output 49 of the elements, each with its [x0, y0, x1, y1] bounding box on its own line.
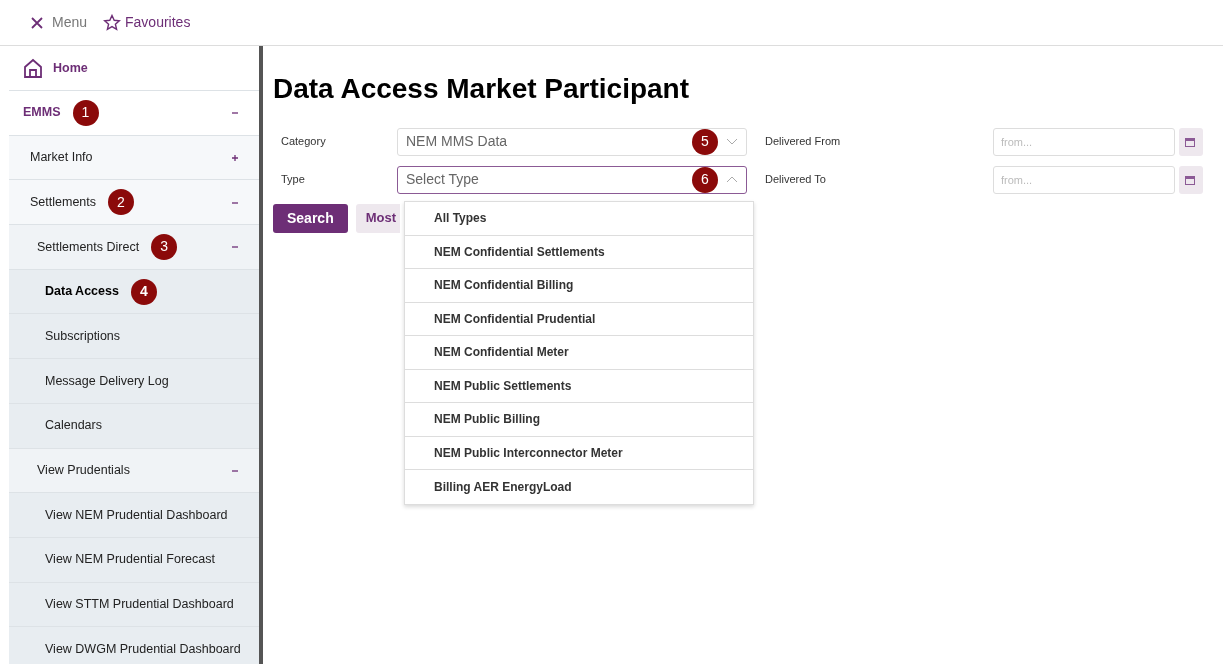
sidebar-item[interactable]: Data Access 4	[9, 269, 259, 315]
page-title: Data Access Market Participant	[273, 72, 691, 106]
dropdown-option[interactable]: NEM Confidential Settlements	[405, 235, 753, 269]
calendar-button[interactable]	[1179, 127, 1203, 156]
sidebar-item[interactable]: View STTM Prudential Dashboard	[9, 582, 259, 628]
category-select[interactable]: NEM MMS Data 5	[397, 127, 747, 156]
sidebar-item[interactable]: View NEM Prudential Dashboard	[9, 493, 259, 538]
menu-button[interactable]: Menu	[30, 12, 88, 33]
field-label: Delivered To	[764, 172, 827, 188]
field-label: Category	[280, 134, 327, 150]
number-marker: 5	[692, 128, 718, 155]
sidebar-item[interactable]: View DWGM Prudential Dashboard	[9, 627, 259, 664]
search-button[interactable]: Search	[273, 203, 348, 233]
chevron-up-icon	[726, 175, 738, 185]
number-marker: 2	[108, 189, 134, 216]
dropdown-option[interactable]: Billing AER EnergyLoad	[405, 470, 753, 504]
home-icon	[23, 57, 43, 79]
number-marker: 4	[130, 278, 157, 305]
dropdown-option[interactable]: NEM Public Billing	[405, 403, 753, 437]
close-icon	[30, 15, 44, 30]
sidebar-item[interactable]: Subscriptions	[9, 314, 259, 360]
calendar-icon	[1185, 174, 1195, 185]
dropdown-option[interactable]: NEM Confidential Billing	[405, 269, 753, 303]
favourites-button[interactable]: Favourites	[103, 12, 191, 33]
date-to-field[interactable]: from...	[993, 165, 1175, 194]
dropdown-option[interactable]: All Types	[405, 202, 753, 236]
dropdown-option[interactable]: NEM Confidential Prudential	[405, 302, 753, 336]
number-marker: 3	[151, 233, 178, 260]
sidebar-item[interactable]: Settlements 2	[9, 180, 259, 226]
date-from-field[interactable]: from...	[993, 127, 1175, 156]
sidebar-item[interactable]: Settlements Direct 3	[9, 225, 259, 270]
calendar-button[interactable]	[1179, 165, 1203, 194]
dropdown-option[interactable]: NEM Public Interconnector Meter	[405, 436, 753, 470]
most-button[interactable]: Most	[355, 203, 401, 233]
dropdown-option[interactable]: NEM Confidential Meter	[405, 336, 753, 370]
star-icon	[103, 14, 122, 31]
sidebar-item[interactable]: View Prudentials	[9, 448, 259, 494]
type-select[interactable]: Select Type 6	[397, 165, 747, 194]
number-marker: 1	[72, 99, 99, 126]
sidebar-item[interactable]: Message Delivery Log	[9, 359, 259, 404]
field-label: Type	[280, 172, 306, 188]
sidebar-item[interactable]: Calendars	[9, 403, 259, 449]
chevron-down-icon	[726, 137, 738, 147]
calendar-icon	[1185, 136, 1195, 147]
field-label: Delivered From	[764, 134, 842, 150]
number-marker: 6	[692, 166, 718, 193]
sidebar-item[interactable]: View NEM Prudential Forecast	[9, 537, 259, 583]
sidebar-item[interactable]: Market Info	[9, 135, 259, 181]
dropdown-option[interactable]: NEM Public Settlements	[405, 369, 753, 403]
